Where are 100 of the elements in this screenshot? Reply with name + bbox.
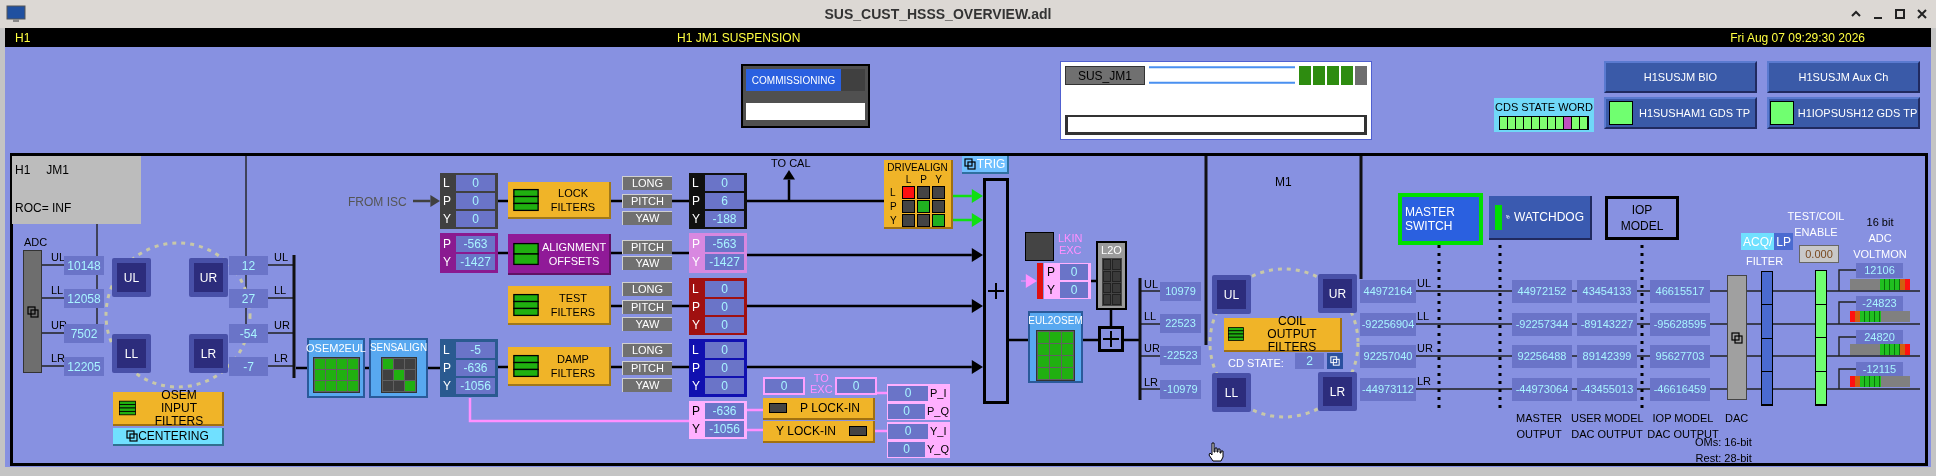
value-readout: -563 — [456, 236, 495, 252]
dof-button[interactable]: YAW — [622, 317, 672, 331]
cd-state-button[interactable] — [1327, 353, 1343, 369]
watchdog-button[interactable]: WATCHDOG — [1489, 196, 1592, 240]
link-button[interactable]: H1SUSJM BIO — [1604, 61, 1757, 93]
matrix-column-label: Y — [934, 174, 943, 185]
osem-button[interactable]: LL — [1212, 373, 1251, 412]
value-readout: 0 — [705, 378, 744, 394]
value-readout: 22523 — [1160, 314, 1201, 333]
guardian-state-button[interactable]: COMMISSIONING — [746, 69, 841, 91]
dof-button[interactable]: LONG — [622, 176, 672, 190]
value-readout: 27 — [229, 289, 268, 308]
value-readout: 10979 — [1160, 282, 1201, 301]
value-readout: 0 — [456, 193, 495, 209]
channel-label: P — [692, 238, 701, 250]
value-readout: -22523 — [1160, 346, 1201, 365]
plus-icon — [1103, 331, 1119, 347]
filter-bank-button[interactable]: LOCK FILTERS — [508, 182, 611, 219]
value-readout: 95627703 — [1650, 345, 1710, 368]
value-readout: -44973064 — [1512, 378, 1572, 401]
filter-bank-button[interactable]: TEST FILTERS — [508, 286, 611, 325]
value-readout: 0 — [888, 385, 928, 401]
value-readout: 92256488 — [1512, 345, 1572, 368]
lock-in-button[interactable]: Y LOCK-IN — [763, 421, 875, 443]
iop-model-label: IOP MODEL — [1605, 196, 1679, 240]
dac-button[interactable] — [1727, 275, 1747, 400]
dof-button[interactable]: YAW — [622, 211, 672, 225]
plus-icon — [988, 283, 1004, 299]
channel-label: LR — [274, 351, 289, 366]
column-label: MASTER OUTPUT — [1515, 411, 1563, 442]
window-title: SUS_CUST_HSSS_OVERVIEW.adl — [823, 4, 1053, 24]
channel-label: Y — [692, 318, 701, 331]
maximize-icon[interactable] — [1894, 8, 1906, 20]
channel-label: Y — [1047, 284, 1056, 296]
stage-label: M1 — [1275, 174, 1292, 191]
value-readout: -1427 — [456, 254, 495, 270]
channel-label: P — [1047, 266, 1056, 278]
master-switch-button[interactable]: MASTER SWITCH — [1398, 193, 1483, 245]
filter-bank-button[interactable]: COIL OUTPUT FILTERS — [1224, 318, 1342, 352]
drivealign-panel[interactable]: DRIVEALIGN L P Y L P Y — [884, 160, 953, 229]
dof-button[interactable]: LONG — [622, 282, 672, 296]
close-icon[interactable] — [1916, 8, 1928, 20]
osem-button[interactable]: UL — [1212, 275, 1251, 314]
channel-label: LR — [51, 351, 66, 366]
link-button[interactable]: H1SUSJM Aux Ch — [1767, 61, 1920, 93]
matrix-column-label: L — [904, 174, 913, 185]
value-readout: 0 — [456, 175, 495, 191]
value-readout: -24823 — [1856, 296, 1903, 311]
filter-bank-button[interactable]: ALIGNMENT OFFSETS — [508, 234, 611, 275]
dof-button[interactable]: YAW — [622, 378, 672, 392]
value-readout: 89142399 — [1577, 345, 1637, 368]
signal-arrow — [953, 213, 983, 227]
link-button[interactable]: H1IOPSUSH12 GDS TP — [1767, 97, 1920, 129]
value-readout: -92256904 — [1360, 313, 1416, 336]
channel-label: LL — [1144, 309, 1157, 324]
dof-button[interactable]: PITCH — [622, 194, 672, 208]
dof-button[interactable]: PITCH — [622, 361, 672, 375]
filter-bank-icon — [513, 292, 539, 317]
channel-label: LR — [1417, 374, 1432, 389]
value-readout: -1427 — [705, 254, 744, 270]
value-readout: 0 — [1060, 264, 1088, 280]
value-readout: 12 — [229, 256, 268, 275]
channel-label: Y_I — [930, 423, 947, 439]
value-readout: -636 — [705, 403, 744, 419]
value-readout: -46616459 — [1650, 378, 1710, 401]
osem-button[interactable]: UL — [112, 258, 151, 297]
node-button[interactable]: SUS_JM1 — [1065, 66, 1145, 85]
value-readout: 12106 — [1856, 263, 1903, 278]
dof-button[interactable]: PITCH — [622, 240, 672, 254]
dof-button[interactable]: PITCH — [622, 300, 672, 314]
value-readout: 6 — [705, 193, 744, 209]
lock-in-button[interactable]: P LOCK-IN — [763, 398, 875, 420]
cds-label: CDS STATE WORD — [1495, 100, 1593, 114]
channel-label: Y — [692, 213, 701, 225]
centering-button[interactable]: CENTERING — [113, 428, 224, 446]
osem-button[interactable]: LL — [112, 334, 151, 373]
osem-button[interactable]: UR — [1318, 274, 1357, 313]
value-readout: 0 — [888, 423, 928, 439]
filter-bank-button[interactable]: DAMP FILTERS — [508, 347, 611, 386]
osem-button[interactable]: LR — [189, 334, 228, 373]
destination-label: TO CAL — [771, 156, 811, 171]
dof-button[interactable]: YAW — [622, 256, 672, 270]
matrix-grid — [1101, 258, 1122, 306]
link-button[interactable]: H1SUSHAM1 GDS TP — [1604, 97, 1757, 129]
channel-label: Y — [692, 423, 701, 435]
filter-bank-icon — [513, 353, 539, 378]
dof-button[interactable]: LONG — [622, 343, 672, 357]
channel-label: P_I — [930, 385, 947, 401]
channel-label: Y — [692, 256, 701, 268]
value-readout: -54 — [229, 324, 268, 343]
channel-label: P — [692, 300, 701, 313]
adc-button[interactable] — [23, 250, 42, 373]
value-readout: 44972164 — [1360, 280, 1416, 303]
filter-mode-tab[interactable]: LP — [1774, 233, 1794, 250]
osem-button[interactable]: UR — [189, 258, 228, 297]
osem-button[interactable]: LR — [1318, 372, 1357, 411]
filter-bank-button[interactable]: OSEM INPUT FILTERS — [113, 392, 224, 426]
exc-label: TO EXC — [810, 373, 833, 395]
matrix-title: DRIVEALIGN — [887, 162, 948, 174]
enable-field[interactable]: 0.000 — [1799, 245, 1839, 263]
